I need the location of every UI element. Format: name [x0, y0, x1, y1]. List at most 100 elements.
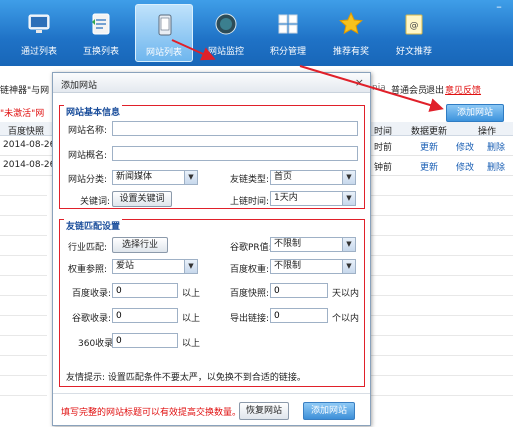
toolbar-label: 互换列表	[82, 47, 119, 57]
category-value: 新闻媒体	[116, 172, 153, 182]
friend-type-label: 友链类型:	[230, 175, 270, 185]
title-warning: 填写完整的网站标题可以有效提高交换数量。	[61, 408, 242, 418]
basic-info-title: 网站基本信息	[64, 105, 123, 118]
site-alias-label: 网站概名:	[68, 151, 108, 161]
user-fragment: nia	[372, 83, 386, 93]
site-name-input[interactable]	[112, 121, 358, 136]
weight-ref-value: 爱站	[116, 261, 135, 271]
category-select[interactable]: 新闻媒体 ▼	[112, 170, 198, 185]
baidu-weight-value: 不限制	[274, 261, 302, 271]
monitor-icon	[28, 14, 50, 33]
toolbar-item-site-monitor[interactable]: 网站监控	[197, 4, 255, 62]
notepad-icon: @	[405, 14, 423, 35]
google-pr-select[interactable]: 不限制 ▼	[270, 237, 356, 252]
svg-text:@: @	[410, 21, 419, 31]
match-hint: 友情提示: 设置匹配条件不要太严，以免换不到合适的链接。	[66, 373, 306, 383]
s360-index-label: 360收录:	[78, 339, 117, 349]
link-time-value: 1天内	[274, 193, 298, 203]
toolbar-label: 网站列表	[145, 48, 182, 58]
toolbar-label: 推荐有奖	[332, 47, 369, 57]
inactive-notice: "未激活"网	[0, 109, 45, 119]
baidu-index-label: 百度收录:	[72, 289, 112, 299]
toolbar-label: 好文推荐	[395, 47, 432, 57]
baidu-snapshot-suffix: 天以内	[332, 289, 360, 299]
chevron-down-icon: ▼	[184, 260, 197, 273]
google-pr-label: 谷歌PR值:	[230, 243, 272, 253]
toolbar-item-points[interactable]: 积分管理	[259, 4, 317, 62]
restore-site-button[interactable]: 恢复网站	[239, 402, 289, 420]
globe-icon	[215, 13, 237, 35]
industry-label: 行业匹配:	[68, 243, 108, 253]
minimize-button[interactable]: –	[487, 0, 511, 16]
toolbar-label: 通过列表	[20, 47, 57, 57]
select-industry-button[interactable]: 选择行业	[112, 237, 168, 253]
close-icon[interactable]: ×	[355, 76, 364, 89]
baidu-weight-label: 百度权重:	[230, 265, 270, 275]
exchange-icon	[92, 13, 110, 35]
time-cell: 时前	[374, 143, 393, 153]
edit-link[interactable]: 修改	[456, 160, 474, 173]
google-index-label: 谷歌收录:	[72, 314, 112, 324]
baidu-snapshot-label: 百度快照:	[230, 289, 270, 299]
chevron-down-icon: ▼	[342, 192, 355, 205]
grid-icon	[278, 14, 298, 34]
update-link[interactable]: 更新	[420, 160, 438, 173]
google-pr-value: 不限制	[274, 239, 302, 249]
delete-link[interactable]: 删除	[487, 140, 505, 153]
snapshot-date: 2014-08-26	[3, 160, 56, 170]
match-settings-title: 友链匹配设置	[64, 219, 123, 232]
site-alias-input[interactable]	[112, 146, 358, 161]
s360-index-suffix: 以上	[182, 339, 201, 349]
baidu-snapshot-input[interactable]	[270, 283, 328, 298]
update-link[interactable]: 更新	[420, 140, 438, 153]
category-label: 网站分类:	[68, 175, 108, 185]
toolbar-item-articles[interactable]: @ 好文推荐	[385, 4, 443, 62]
delete-link[interactable]: 删除	[487, 160, 505, 173]
toolbar-label: 积分管理	[269, 47, 306, 57]
google-index-input[interactable]	[112, 308, 178, 323]
outbound-links-input[interactable]	[270, 308, 328, 323]
friend-type-select[interactable]: 首页 ▼	[270, 170, 356, 185]
main-toolbar: 通过列表 互换列表 网站列表 网站监控 积分管理 推荐有奖 @ 好文推荐 –	[0, 0, 513, 66]
toolbar-item-referral[interactable]: 推荐有奖	[322, 4, 380, 62]
toolbar-label: 网站监控	[207, 47, 244, 57]
google-index-suffix: 以上	[182, 314, 201, 324]
app-title-fragment: 链神器"与网	[0, 86, 50, 96]
outbound-links-label: 导出链接:	[230, 314, 270, 324]
link-time-select[interactable]: 1天内 ▼	[270, 191, 356, 206]
weight-ref-label: 权重参照:	[68, 265, 108, 275]
dialog-footer: 填写完整的网站标题可以有效提高交换数量。 恢复网站 添加网站	[53, 393, 370, 427]
s360-index-input[interactable]	[112, 333, 178, 348]
add-site-dialog: 添加网站 × 网站基本信息 网站名称: 网站概名: 网站分类: 新闻媒体 ▼ 友…	[52, 72, 371, 426]
link-time-label: 上链时间:	[230, 197, 270, 207]
outbound-links-suffix: 个以内	[332, 314, 360, 324]
table-grid-left	[0, 136, 47, 406]
chevron-down-icon: ▼	[342, 238, 355, 251]
member-type: 普通会员	[391, 86, 428, 96]
toolbar-item-exchange-list[interactable]: 互换列表	[72, 4, 130, 62]
dialog-title: 添加网站	[61, 81, 98, 91]
dialog-titlebar: 添加网站 ×	[53, 73, 370, 93]
table-grid-right	[371, 136, 513, 406]
baidu-index-suffix: 以上	[182, 289, 201, 299]
toolbar-item-site-list[interactable]: 网站列表	[135, 4, 193, 62]
add-site-button[interactable]: 添加网站	[303, 402, 355, 420]
chevron-down-icon: ▼	[342, 260, 355, 273]
friend-type-value: 首页	[274, 172, 293, 182]
baidu-weight-select[interactable]: 不限制 ▼	[270, 259, 356, 274]
logout-link[interactable]: 退出	[426, 83, 444, 96]
edit-link[interactable]: 修改	[456, 140, 474, 153]
feedback-link[interactable]: 意见反馈	[445, 83, 481, 96]
match-settings-group: 友链匹配设置 行业匹配: 选择行业 谷歌PR值: 不限制 ▼ 权重参照: 爱站 …	[59, 219, 365, 387]
baidu-index-input[interactable]	[112, 283, 178, 298]
snapshot-date: 2014-08-26	[3, 140, 56, 150]
star-icon	[339, 12, 363, 35]
basic-info-group: 网站基本信息 网站名称: 网站概名: 网站分类: 新闻媒体 ▼ 友链类型: 首页…	[59, 105, 365, 209]
keyword-label: 关键词:	[80, 197, 111, 207]
set-keywords-button[interactable]: 设置关键词	[112, 191, 172, 207]
add-site-main-button[interactable]: 添加网站	[446, 104, 504, 122]
weight-ref-select[interactable]: 爱站 ▼	[112, 259, 198, 274]
time-cell: 钟前	[374, 163, 393, 173]
chevron-down-icon: ▼	[342, 171, 355, 184]
toolbar-item-passed-list[interactable]: 通过列表	[10, 4, 68, 62]
